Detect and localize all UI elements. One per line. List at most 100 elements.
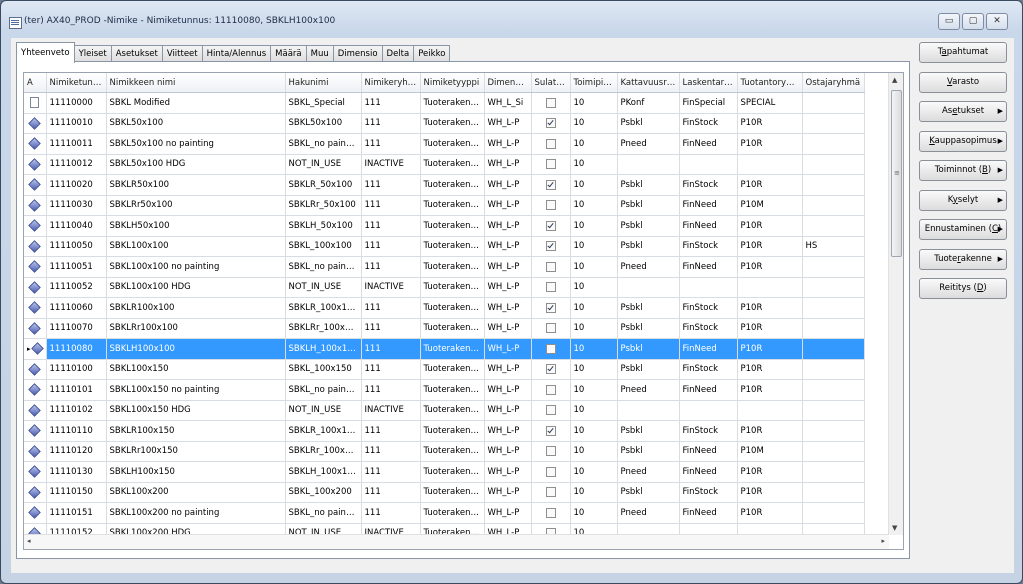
checkbox[interactable] [545,507,556,518]
side-button-tapahtumat[interactable]: Tapahtumat [919,42,1007,63]
side-button-kyselyt[interactable]: Kyselyt ▶ [919,189,1007,211]
checkbox[interactable] [545,220,556,231]
table-row[interactable]: 11110040 SBKLH50x100 SBKLH_50x100 111 Tuoter… [24,215,865,237]
table-row[interactable]: 11110000 SBKL Modified SBKL_Special 111 Tuot… [24,92,865,114]
column-header[interactable]: Nimikeryhmä [361,73,421,93]
checkbox[interactable] [545,200,556,210]
cell-checkbox[interactable] [531,297,571,319]
table-row[interactable]: 11110151 SBKL100x200 no painting SBKL_no p… [24,502,865,524]
title-bar[interactable]: (ter) AX40_PROD -Nimike - Nimiketunnus: … [1,1,1022,31]
cell-checkbox[interactable] [531,318,571,339]
checkbox[interactable] [545,261,556,272]
cell-checkbox[interactable] [531,482,571,503]
cell-checkbox[interactable] [531,195,571,216]
cell-checkbox[interactable] [531,379,571,401]
column-header[interactable]: A [24,73,47,93]
checkbox[interactable] [545,405,556,415]
table-row[interactable]: 11110150 SBKL100x200 SBKL_100x200 111 Tuoter… [24,482,865,503]
table-row[interactable]: 11110110 SBKLR100x150 SBKLR_100x150 111 Tuot… [24,420,865,442]
close-button[interactable]: ✕ [986,13,1008,30]
checkbox[interactable] [545,384,556,395]
side-button-reititys-d-[interactable]: Reititys (D) [919,278,1007,299]
table-row[interactable]: 11110102 SBKL100x150 HDG NOT_IN_USE INACTIV… [24,400,865,421]
scroll-right-icon[interactable]: ▸ [881,537,885,545]
table-row[interactable]: 11110100 SBKL100x150 SBKL_100x150 111 Tuoter… [24,359,865,380]
cell-checkbox[interactable] [531,420,571,442]
table-row[interactable]: 11110030 SBKLRr50x100 SBKLRr_50x100 111 Tuot… [24,195,865,216]
maximize-button[interactable]: ▢ [962,13,984,30]
table-row[interactable]: 11110011 SBKL50x100 no painting SBKL_no pa… [24,133,865,155]
cell-checkbox[interactable] [531,174,571,196]
column-header[interactable]: Nimiketunnus [46,73,107,93]
table-row[interactable]: 11110052 SBKL100x100 HDG NOT_IN_USE INACTIV… [24,277,865,298]
column-header[interactable]: Nimikkeen nimi [106,73,286,93]
cell-checkbox[interactable] [531,338,571,360]
minimize-button[interactable]: ▭ [938,13,960,30]
checkbox[interactable] [545,487,556,497]
scroll-left-icon[interactable]: ◂ [27,537,31,545]
cell-checkbox[interactable] [531,113,571,134]
button-label-post: auppasopimus [934,135,997,146]
cell-checkbox[interactable] [531,215,571,237]
cell-checkbox[interactable] [531,359,571,380]
checkbox[interactable] [545,343,556,354]
cell-checkbox[interactable] [531,277,571,298]
column-header[interactable]: Nimiketyyppi [420,73,485,93]
cell-checkbox[interactable] [531,502,571,524]
horizontal-scrollbar[interactable]: ◂ ▸ [24,534,889,549]
side-button-ennustaminen-c-[interactable]: Ennustaminen (C) ▶ [919,219,1007,240]
checkbox[interactable] [545,466,556,477]
table-row[interactable]: ▸ 11110080 SBKLH100x100 SBKLH_100x100 111 Tuo… [24,338,865,360]
cell-search: SBKLH_100x100 [285,338,362,360]
checkbox[interactable] [545,159,556,169]
table-row[interactable]: 11110070 SBKLRr100x100 SBKLRr_100x100 111 Tu… [24,318,865,339]
cell-type: Tuoterakenne [420,338,485,360]
cell-checkbox[interactable] [531,256,571,278]
side-button-kauppasopimus[interactable]: Kauppasopimus ▶ [919,130,1007,152]
column-header[interactable]: Toimipiste [570,73,618,93]
checkbox[interactable] [545,446,556,456]
side-button-toiminnot-b-[interactable]: Toiminnot (B) ▶ [919,160,1007,181]
cell-checkbox[interactable] [531,154,571,175]
tab-yhteenveto[interactable]: Yhteenveto [16,42,75,63]
cell-checkbox[interactable] [531,441,571,462]
column-header[interactable]: Tuotantoryhmä [737,73,803,93]
cell-checkbox[interactable] [531,236,571,257]
table-row[interactable]: 11110020 SBKLR50x100 SBKLR_50x100 111 Tuoter… [24,174,865,196]
column-header[interactable]: Sulaten... [531,73,571,93]
table-row[interactable]: 11110130 SBKLH100x150 SBKLH_100x150 111 Tuot… [24,461,865,483]
checkbox[interactable] [545,179,556,190]
cell-checkbox[interactable] [531,133,571,155]
column-header[interactable]: Kattavuusryh... [617,73,680,93]
table-row[interactable]: 11110010 SBKL50x100 SBKL50x100 111 Tuoterake… [24,113,865,134]
checkbox[interactable] [545,323,556,333]
table-row[interactable]: 11110050 SBKL100x100 SBKL_100x100 111 Tuoter… [24,236,865,257]
table-row[interactable]: 11110012 SBKL50x100 HDG NOT_IN_USE INACTIVE… [24,154,865,175]
side-button-asetukset[interactable]: Asetukset ▶ [919,101,1007,122]
column-header[interactable]: Dimensio... [484,73,532,93]
column-header[interactable]: Ostajaryhmä [802,73,865,93]
cell-checkbox[interactable] [531,461,571,483]
scroll-down-icon[interactable]: ▼ [892,524,897,532]
checkbox[interactable] [545,138,556,149]
scroll-up-icon[interactable]: ▲ [892,76,897,84]
checkbox[interactable] [545,282,556,292]
column-header[interactable]: Hakunimi [285,73,362,93]
cell-checkbox[interactable] [531,92,571,114]
scroll-thumb[interactable]: ≡ [891,90,902,257]
column-header[interactable]: Laskentaryh... [679,73,738,93]
side-button-tuoterakenne[interactable]: Tuoterakenne ▶ [919,248,1007,270]
checkbox[interactable] [545,118,556,128]
checkbox[interactable] [545,302,556,313]
cell-checkbox[interactable] [531,400,571,421]
table-row[interactable]: 11110101 SBKL100x150 no painting SBKL_no p… [24,379,865,401]
checkbox[interactable] [545,425,556,436]
table-row[interactable]: 11110060 SBKLR100x100 SBKLR_100x100 111 Tuot… [24,297,865,319]
vertical-scrollbar[interactable]: ▲ ≡ ▼ [888,73,903,535]
side-button-varasto[interactable]: Varasto [919,71,1007,93]
checkbox[interactable] [545,364,556,374]
checkbox[interactable] [545,241,556,251]
table-row[interactable]: 11110120 SBKLRr100x150 SBKLRr_100x150 111 Tu… [24,441,865,462]
table-row[interactable]: 11110051 SBKL100x100 no painting SBKL_no p… [24,256,865,278]
checkbox[interactable] [545,97,556,108]
